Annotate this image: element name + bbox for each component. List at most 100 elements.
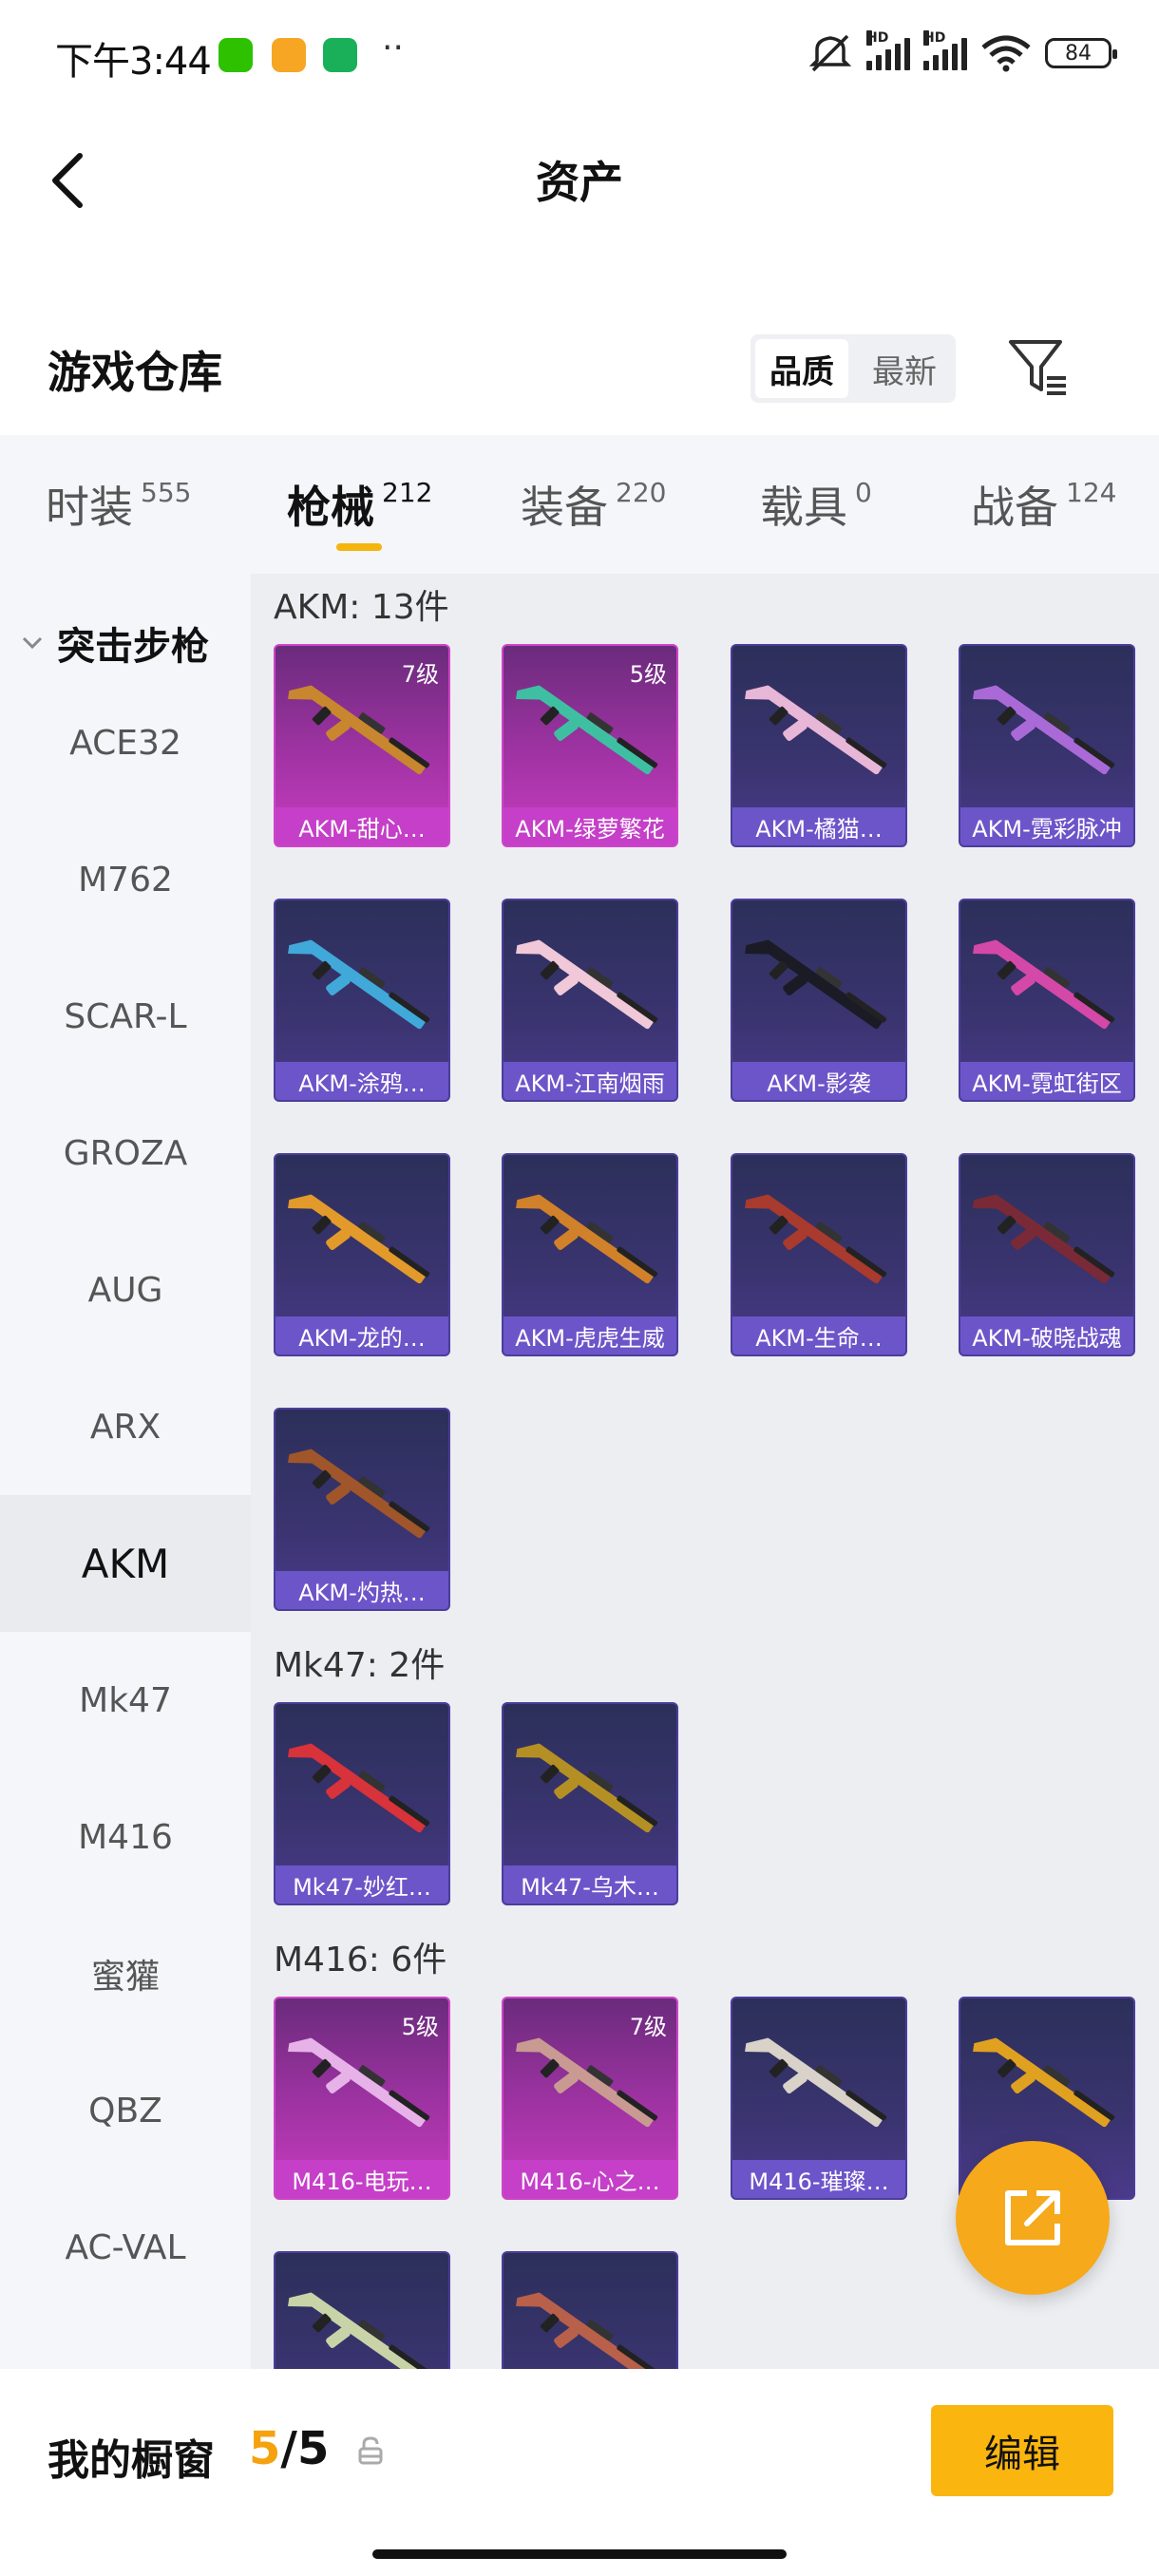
page-title: 资产 [536, 157, 623, 208]
signal-2-icon: HD [923, 30, 967, 70]
sidebar-item-qbz[interactable]: QBZ [0, 2042, 251, 2179]
rifle-icon [745, 1194, 887, 1284]
tab-vehicles[interactable]: 载具 0 [760, 473, 872, 536]
wechat-icon [218, 38, 253, 72]
edit-button[interactable]: 编辑 [931, 2405, 1113, 2496]
skin-card[interactable] [274, 2251, 450, 2369]
filter-icon [1009, 340, 1066, 395]
skin-card[interactable]: AKM-生命… [731, 1153, 907, 1356]
rifle-icon [288, 939, 430, 1030]
skin-name: AKM-绿萝繁花 [504, 807, 676, 845]
sidebar-category-header[interactable]: 突击步枪 [19, 616, 209, 671]
tab-count: 220 [616, 477, 667, 508]
skin-grid: AKM: 13件 Mk47: 2件 M416: 6件 7级 AKM-甜心… 5级 AK… [251, 574, 1159, 2369]
skin-card[interactable]: 5级 AKM-绿萝繁花 [502, 644, 678, 847]
sidebar-item-m762[interactable]: M762 [0, 811, 251, 948]
skin-name: Mk47-妙红… [276, 1866, 448, 1904]
skin-card[interactable]: AKM-江南烟雨 [502, 899, 678, 1102]
skin-name: Mk47-乌木… [504, 1866, 676, 1904]
sort-toggle: 品质 最新 [750, 334, 956, 403]
sidebar-item-m416[interactable]: M416 [0, 1769, 251, 1905]
rifle-icon [973, 939, 1115, 1030]
skin-card[interactable]: Mk47-乌木… [502, 1702, 678, 1905]
skin-card[interactable]: AKM-灼热… [274, 1408, 450, 1611]
skin-card[interactable]: Mk47-妙红… [274, 1702, 450, 1905]
rifle-icon [288, 1449, 430, 1539]
sidebar-item-groza[interactable]: GROZA [0, 1085, 251, 1222]
group-title-akm: AKM: 13件 [274, 588, 449, 627]
skin-name: AKM-破晓战魂 [960, 1316, 1133, 1354]
rifle-icon [288, 2292, 430, 2369]
tab-equipment[interactable]: 装备 220 [521, 473, 666, 536]
skin-card[interactable]: AKM-霓虹街区 [959, 899, 1135, 1102]
rifle-icon [516, 1743, 658, 1833]
lock-icon [358, 2436, 383, 2465]
tab-firearms[interactable]: 枪械 212 [287, 473, 432, 536]
tab-label: 战备 [971, 482, 1058, 533]
skin-card[interactable]: AKM-霓彩脉冲 [959, 644, 1135, 847]
notes-app-icon [272, 38, 306, 72]
share-button[interactable] [956, 2141, 1110, 2295]
status-bar: 下午3:44 ·· HD HD 84 [0, 0, 1159, 114]
sidebar-category-label: 突击步枪 [57, 625, 209, 669]
skin-card[interactable]: 5级 M416-电玩… [274, 1997, 450, 2200]
skin-level-badge: 5级 [629, 661, 667, 688]
skin-card[interactable]: AKM-橘猫… [731, 644, 907, 847]
rifle-icon [973, 685, 1115, 775]
sidebar-item-ac-val[interactable]: AC-VAL [0, 2179, 251, 2316]
tab-combat-gear[interactable]: 战备 124 [971, 473, 1116, 536]
hd-label-1: HD [866, 30, 889, 46]
skin-name: M416-电玩… [276, 2160, 448, 2198]
group-title-m416: M416: 6件 [274, 1941, 447, 1979]
skin-card[interactable]: AKM-涂鸦… [274, 899, 450, 1102]
signal-1-icon: HD [866, 30, 910, 70]
skin-name: AKM-灼热… [276, 1571, 448, 1609]
active-tab-indicator [336, 543, 382, 551]
rifle-icon [973, 1194, 1115, 1284]
skin-card[interactable]: 7级 M416-心之… [502, 1997, 678, 2200]
chevron-down-icon [22, 636, 43, 650]
rifle-icon [288, 685, 430, 775]
skin-card[interactable]: AKM-影袭 [731, 899, 907, 1102]
filter-button[interactable] [1005, 334, 1072, 401]
rifle-icon [973, 2037, 1115, 2128]
wifi-icon [981, 35, 1031, 72]
sidebar-item-arx[interactable]: ARX [0, 1358, 251, 1495]
skin-card[interactable]: 7级 AKM-甜心… [274, 644, 450, 847]
more-notifications-icon: ·· [382, 28, 404, 67]
tab-count: 212 [382, 477, 433, 508]
warehouse-title: 游戏仓库 [48, 347, 222, 398]
skin-name: AKM-影袭 [732, 1062, 905, 1100]
skin-name: AKM-霓彩脉冲 [960, 807, 1133, 845]
sidebar-item-ace32[interactable]: ACE32 [0, 674, 251, 811]
showcase-label: 我的橱窗 [48, 2436, 215, 2485]
sidebar-item-aug[interactable]: AUG [0, 1222, 251, 1358]
skin-name: AKM-霓虹街区 [960, 1062, 1133, 1100]
sort-quality-button[interactable]: 品质 [755, 339, 848, 398]
showcase-bar: 我的橱窗 5/5 编辑 [0, 2369, 1159, 2576]
sidebar-item-akm[interactable]: AKM [0, 1495, 251, 1632]
status-time: 下午3:44 [55, 40, 212, 84]
rifle-icon [516, 939, 658, 1030]
skin-card[interactable]: AKM-破晓战魂 [959, 1153, 1135, 1356]
skin-name: AKM-龙的… [276, 1316, 448, 1354]
tab-label: 载具 [760, 482, 847, 533]
rifle-icon [745, 939, 887, 1030]
sidebar-item-mk47[interactable]: Mk47 [0, 1632, 251, 1769]
tab-count: 124 [1066, 477, 1117, 508]
skin-card[interactable]: M416-璀璨… [731, 1997, 907, 2200]
skin-name: AKM-江南烟雨 [504, 1062, 676, 1100]
tab-fashion[interactable]: 时装 555 [46, 473, 191, 536]
skin-name: AKM-虎虎生威 [504, 1316, 676, 1354]
skin-card[interactable] [502, 2251, 678, 2369]
sort-newest-button[interactable]: 最新 [858, 339, 951, 398]
phone-app-icon [323, 38, 357, 72]
skin-card[interactable]: AKM-龙的… [274, 1153, 450, 1356]
showcase-separator: / [280, 2422, 297, 2475]
skin-name: M416-心之… [504, 2160, 676, 2198]
rifle-icon [288, 2037, 430, 2128]
sidebar-item-scar-l[interactable]: SCAR-L [0, 948, 251, 1085]
hd-label-2: HD [923, 30, 946, 46]
skin-card[interactable]: AKM-虎虎生威 [502, 1153, 678, 1356]
sidebar-item-honey-badger[interactable]: 蜜獾 [0, 1905, 251, 2042]
